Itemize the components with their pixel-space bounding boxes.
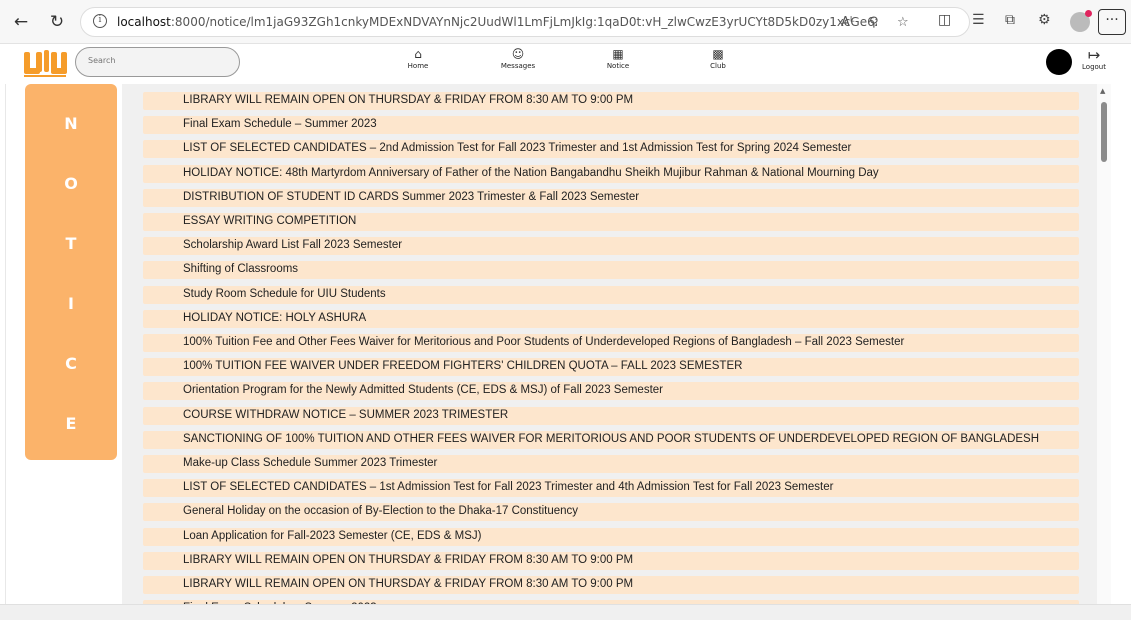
address-bar[interactable]: i localhost:8000/notice/lm1jaG93ZGh1cnky… (80, 7, 970, 37)
nav-home-label: Home (407, 62, 429, 70)
notice-title[interactable]: COURSE WITHDRAW NOTICE – SUMMER 2023 TRI… (183, 409, 508, 421)
notice-item[interactable]: DISTRIBUTION OF STUDENT ID CARDS Summer … (143, 188, 1079, 207)
back-arrow-icon[interactable]: ← (10, 11, 32, 33)
sidebar-letter: I (68, 294, 74, 313)
browser-toolbar: ← ↻ i localhost:8000/notice/lm1jaG93ZGh1… (0, 0, 1131, 44)
notice-title[interactable]: Final Exam Schedule – Summer 2023 (183, 118, 377, 130)
notice-item[interactable]: 100% TUITION FEE WAIVER UNDER FREEDOM FI… (143, 358, 1079, 377)
notice-title[interactable]: Orientation Program for the Newly Admitt… (183, 384, 663, 396)
notice-item[interactable]: ESSAY WRITING COMPETITION (143, 213, 1079, 231)
nav-notice-label: Notice (606, 62, 630, 70)
scroll-up-arrow-icon[interactable]: ▲ (1100, 87, 1105, 95)
notice-item[interactable]: HOLIDAY NOTICE: 48th Martyrdom Anniversa… (143, 164, 1079, 183)
sidebar-letter: T (65, 234, 77, 253)
nav-messages[interactable]: ☺ Messages (483, 46, 553, 70)
notice-item[interactable]: Study Room Schedule for UIU Students (143, 285, 1079, 304)
collections-icon[interactable]: ⧉ (1005, 12, 1015, 28)
refresh-icon[interactable]: ↻ (46, 11, 68, 33)
notice-item[interactable]: Loan Application for Fall-2023 Semester … (143, 527, 1079, 546)
notice-title[interactable]: LIST OF SELECTED CANDIDATES – 2nd Admiss… (183, 142, 851, 154)
notice-item[interactable]: SANCTIONING OF 100% TUITION AND OTHER FE… (143, 430, 1079, 449)
notice-title[interactable]: HOLIDAY NOTICE: HOLY ASHURA (183, 312, 366, 324)
favorites-list-icon[interactable]: ☰ (972, 12, 985, 28)
read-aloud-icon[interactable]: Aᴸ (841, 15, 854, 30)
notice-title[interactable]: DISTRIBUTION OF STUDENT ID CARDS Summer … (183, 191, 639, 203)
notice-item[interactable]: LIBRARY WILL REMAIN OPEN ON THURSDAY & F… (143, 551, 1079, 570)
notice-item[interactable]: COURSE WITHDRAW NOTICE – SUMMER 2023 TRI… (143, 406, 1079, 425)
notice-title[interactable]: LIBRARY WILL REMAIN OPEN ON THURSDAY & F… (183, 94, 633, 106)
chat-bubble-icon: ☺ (511, 47, 525, 61)
nav-messages-label: Messages (500, 62, 536, 70)
page-divider (5, 84, 6, 604)
nav-notice[interactable]: ▦ Notice (583, 46, 653, 70)
notice-sidebar: N O T I C E (25, 84, 117, 460)
sidebar-letter: O (64, 174, 78, 193)
notice-title[interactable]: Shifting of Classrooms (183, 263, 298, 275)
notice-item[interactable]: HOLIDAY NOTICE: HOLY ASHURA (143, 309, 1079, 328)
url-text[interactable]: localhost:8000/notice/lm1jaG93ZGh1cnkyMD… (117, 15, 877, 29)
notice-title[interactable]: Study Room Schedule for UIU Students (183, 288, 386, 300)
notice-item[interactable]: General Holiday on the occasion of By-El… (143, 503, 1079, 522)
notice-item[interactable]: 100% Tuition Fee and Other Fees Waiver f… (143, 334, 1079, 352)
nav-home[interactable]: ⌂ Home (383, 46, 453, 70)
home-icon: ⌂ (414, 47, 422, 61)
logout-button[interactable]: ↦ Logout (1078, 47, 1110, 71)
favorite-star-icon[interactable]: ☆ (897, 15, 909, 30)
notice-item[interactable]: LIBRARY WILL REMAIN OPEN ON THURSDAY & F… (143, 576, 1079, 594)
logout-icon: ↦ (1087, 46, 1101, 64)
avatar[interactable] (1046, 49, 1072, 75)
bottom-strip (0, 604, 1131, 620)
notice-item[interactable]: LIST OF SELECTED CANDIDATES – 2nd Admiss… (143, 140, 1079, 159)
more-menu-button[interactable]: ··· (1098, 9, 1126, 35)
split-screen-icon[interactable]: ◫ (938, 12, 951, 28)
notice-title[interactable]: ESSAY WRITING COMPETITION (183, 215, 356, 227)
nav-club[interactable]: ▩ Club (683, 46, 753, 70)
info-icon[interactable]: i (93, 14, 107, 28)
sidebar-letter: E (65, 414, 77, 433)
sidebar-letter: N (64, 114, 78, 133)
notice-title[interactable]: 100% TUITION FEE WAIVER UNDER FREEDOM FI… (183, 360, 742, 372)
notice-item[interactable]: Scholarship Award List Fall 2023 Semeste… (143, 237, 1079, 256)
notice-item[interactable]: Make-up Class Schedule Summer 2023 Trime… (143, 455, 1079, 473)
notice-title[interactable]: SANCTIONING OF 100% TUITION AND OTHER FE… (183, 433, 1039, 445)
sidebar-letter: C (65, 354, 77, 373)
notice-list: LIBRARY WILL REMAIN OPEN ON THURSDAY & F… (122, 84, 1097, 620)
notice-title[interactable]: HOLIDAY NOTICE: 48th Martyrdom Anniversa… (183, 167, 879, 179)
notice-title[interactable]: Make-up Class Schedule Summer 2023 Trime… (183, 457, 437, 469)
notice-title[interactable]: General Holiday on the occasion of By-El… (183, 505, 578, 517)
notice-item[interactable]: Shifting of Classrooms (143, 261, 1079, 280)
notice-title[interactable]: LIBRARY WILL REMAIN OPEN ON THURSDAY & F… (183, 578, 633, 590)
notice-item[interactable]: Orientation Program for the Newly Admitt… (143, 382, 1079, 401)
scrollbar[interactable]: ▲ (1097, 84, 1111, 604)
notice-item[interactable]: LIBRARY WILL REMAIN OPEN ON THURSDAY & F… (143, 92, 1079, 110)
notice-title[interactable]: Loan Application for Fall-2023 Semester … (183, 530, 482, 542)
club-icon: ▩ (712, 47, 724, 61)
notice-title[interactable]: Scholarship Award List Fall 2023 Semeste… (183, 239, 402, 251)
notice-title[interactable]: 100% Tuition Fee and Other Fees Waiver f… (183, 336, 904, 348)
uiu-logo[interactable] (22, 46, 68, 80)
nav-club-label: Club (710, 62, 726, 70)
notice-title[interactable]: LIBRARY WILL REMAIN OPEN ON THURSDAY & F… (183, 554, 633, 566)
search-input[interactable] (88, 56, 238, 65)
search-box[interactable] (75, 47, 240, 77)
extensions-icon[interactable]: ⚙ (1038, 12, 1051, 28)
notice-item[interactable]: LIST OF SELECTED CANDIDATES – 1st Admiss… (143, 479, 1079, 498)
zoom-icon[interactable]: ⚲ (869, 15, 879, 30)
notice-board-icon: ▦ (612, 47, 624, 61)
notice-title[interactable]: LIST OF SELECTED CANDIDATES – 1st Admiss… (183, 481, 833, 493)
app-header: ⌂ Home ☺ Messages ▦ Notice ▩ Club ↦ Logo… (0, 44, 1131, 84)
notice-item[interactable]: Final Exam Schedule – Summer 2023 (143, 116, 1079, 135)
profile-icon[interactable] (1070, 10, 1092, 32)
logout-label: Logout (1082, 63, 1106, 71)
scrollbar-thumb[interactable] (1101, 102, 1107, 162)
